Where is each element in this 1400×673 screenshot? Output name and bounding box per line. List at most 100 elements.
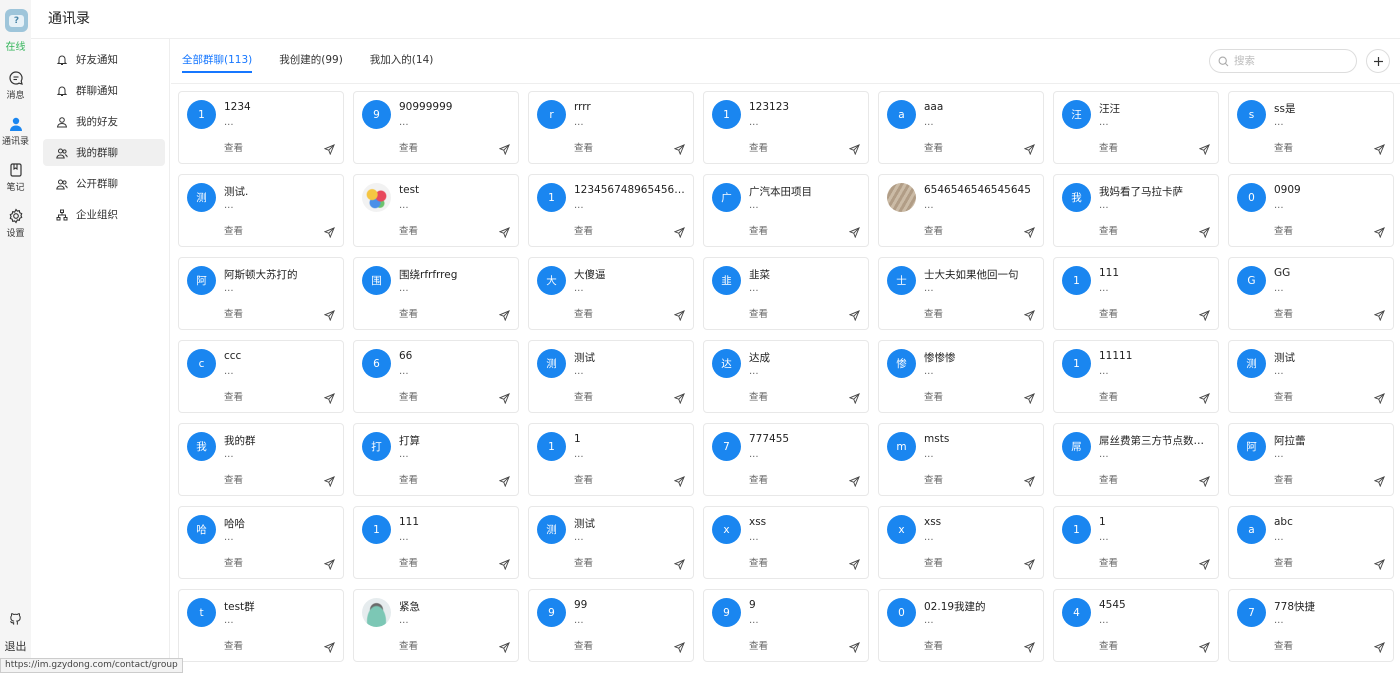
send-icon[interactable] [1023,389,1035,405]
group-card[interactable]: c ccc... 查看 [178,340,344,413]
group-card[interactable]: 9 9... 查看 [703,589,869,662]
group-card[interactable]: 7 777455... 查看 [703,423,869,496]
send-icon[interactable] [498,389,510,405]
group-card[interactable]: 大大傻逼... 查看 [528,257,694,330]
send-icon[interactable] [323,555,335,571]
menu-item-friend-notice[interactable]: 好友通知 [43,46,165,73]
group-card[interactable]: 9 90999999... 查看 [353,91,519,164]
group-card[interactable]: 我我妈看了马拉卡萨... 查看 [1053,174,1219,247]
send-icon[interactable] [673,140,685,156]
send-icon[interactable] [1023,472,1035,488]
view-link[interactable]: 查看 [1099,472,1118,486]
view-link[interactable]: 查看 [399,472,418,486]
view-link[interactable]: 查看 [224,555,243,569]
group-card[interactable]: a aaa... 查看 [878,91,1044,164]
view-link[interactable]: 查看 [224,389,243,403]
group-card[interactable]: G GG... 查看 [1228,257,1394,330]
view-link[interactable]: 查看 [224,638,243,652]
send-icon[interactable] [1198,140,1210,156]
view-link[interactable]: 查看 [924,389,943,403]
view-link[interactable]: 查看 [574,472,593,486]
view-link[interactable]: 查看 [749,223,768,237]
send-icon[interactable] [323,389,335,405]
view-link[interactable]: 查看 [574,306,593,320]
send-icon[interactable] [848,140,860,156]
send-icon[interactable] [673,555,685,571]
group-card[interactable]: 屌屌丝费第三方节点数据...... 查看 [1053,423,1219,496]
view-link[interactable]: 查看 [924,555,943,569]
group-card[interactable]: 汪汪汪... 查看 [1053,91,1219,164]
send-icon[interactable] [1198,306,1210,322]
group-card[interactable]: r rrrr... 查看 [528,91,694,164]
rail-item-notes[interactable]: 笔记 [0,162,31,193]
view-link[interactable]: 查看 [399,306,418,320]
send-icon[interactable] [673,389,685,405]
group-card[interactable]: 韭韭菜... 查看 [703,257,869,330]
view-link[interactable]: 查看 [574,555,593,569]
send-icon[interactable] [1373,223,1385,239]
group-card[interactable]: test... 查看 [353,174,519,247]
view-link[interactable]: 查看 [924,223,943,237]
send-icon[interactable] [1198,638,1210,654]
menu-item-organization[interactable]: 企业组织 [43,201,165,228]
add-group-button[interactable] [1366,49,1390,73]
send-icon[interactable] [498,555,510,571]
group-card[interactable]: 测测试... 查看 [528,506,694,579]
view-link[interactable]: 查看 [924,140,943,154]
tab-joined-groups[interactable]: 我加入的(14) [370,52,434,74]
view-link[interactable]: 查看 [749,555,768,569]
logout-button[interactable]: 退出 [0,611,31,654]
send-icon[interactable] [673,223,685,239]
view-link[interactable]: 查看 [1274,389,1293,403]
view-link[interactable]: 查看 [399,638,418,652]
view-link[interactable]: 查看 [749,389,768,403]
group-card[interactable]: 0 02.19我建的... 查看 [878,589,1044,662]
send-icon[interactable] [1373,638,1385,654]
send-icon[interactable] [498,638,510,654]
tab-all-groups[interactable]: 全部群聊(113) [182,52,253,74]
group-card[interactable]: 6546546546545645... 查看 [878,174,1044,247]
group-card[interactable]: 1 123123... 查看 [703,91,869,164]
view-link[interactable]: 查看 [1274,223,1293,237]
send-icon[interactable] [1373,555,1385,571]
send-icon[interactable] [848,555,860,571]
group-card[interactable]: s ss是... 查看 [1228,91,1394,164]
group-card[interactable]: 达达成... 查看 [703,340,869,413]
send-icon[interactable] [848,223,860,239]
view-link[interactable]: 查看 [1274,555,1293,569]
group-card[interactable]: a abc... 查看 [1228,506,1394,579]
group-card[interactable]: 紧急... 查看 [353,589,519,662]
group-card[interactable]: 围围绕rfrfrreg... 查看 [353,257,519,330]
view-link[interactable]: 查看 [924,306,943,320]
group-card[interactable]: 测测试... 查看 [1228,340,1394,413]
view-link[interactable]: 查看 [574,140,593,154]
view-link[interactable]: 查看 [224,140,243,154]
send-icon[interactable] [323,306,335,322]
group-card[interactable]: x xss... 查看 [878,506,1044,579]
send-icon[interactable] [848,472,860,488]
group-card[interactable]: 1 1234... 查看 [178,91,344,164]
group-card[interactable]: 4 4545... 查看 [1053,589,1219,662]
menu-item-group-notice[interactable]: 群聊通知 [43,77,165,104]
send-icon[interactable] [673,472,685,488]
send-icon[interactable] [1023,140,1035,156]
group-card[interactable]: 1 1234567489654565...... 查看 [528,174,694,247]
send-icon[interactable] [1373,140,1385,156]
group-card[interactable]: 广广汽本田项目... 查看 [703,174,869,247]
group-card[interactable]: 7 778快捷... 查看 [1228,589,1394,662]
group-card[interactable]: x xss... 查看 [703,506,869,579]
view-link[interactable]: 查看 [399,223,418,237]
view-link[interactable]: 查看 [574,389,593,403]
send-icon[interactable] [848,389,860,405]
view-link[interactable]: 查看 [399,389,418,403]
group-card[interactable]: 1 1... 查看 [1053,506,1219,579]
group-card[interactable]: 9 99... 查看 [528,589,694,662]
group-card[interactable]: 测测试... 查看 [528,340,694,413]
view-link[interactable]: 查看 [1099,223,1118,237]
rail-item-settings[interactable]: 设置 [0,208,31,239]
view-link[interactable]: 查看 [749,140,768,154]
view-link[interactable]: 查看 [749,306,768,320]
send-icon[interactable] [498,472,510,488]
group-card[interactable]: 我我的群... 查看 [178,423,344,496]
group-card[interactable]: 打打算... 查看 [353,423,519,496]
